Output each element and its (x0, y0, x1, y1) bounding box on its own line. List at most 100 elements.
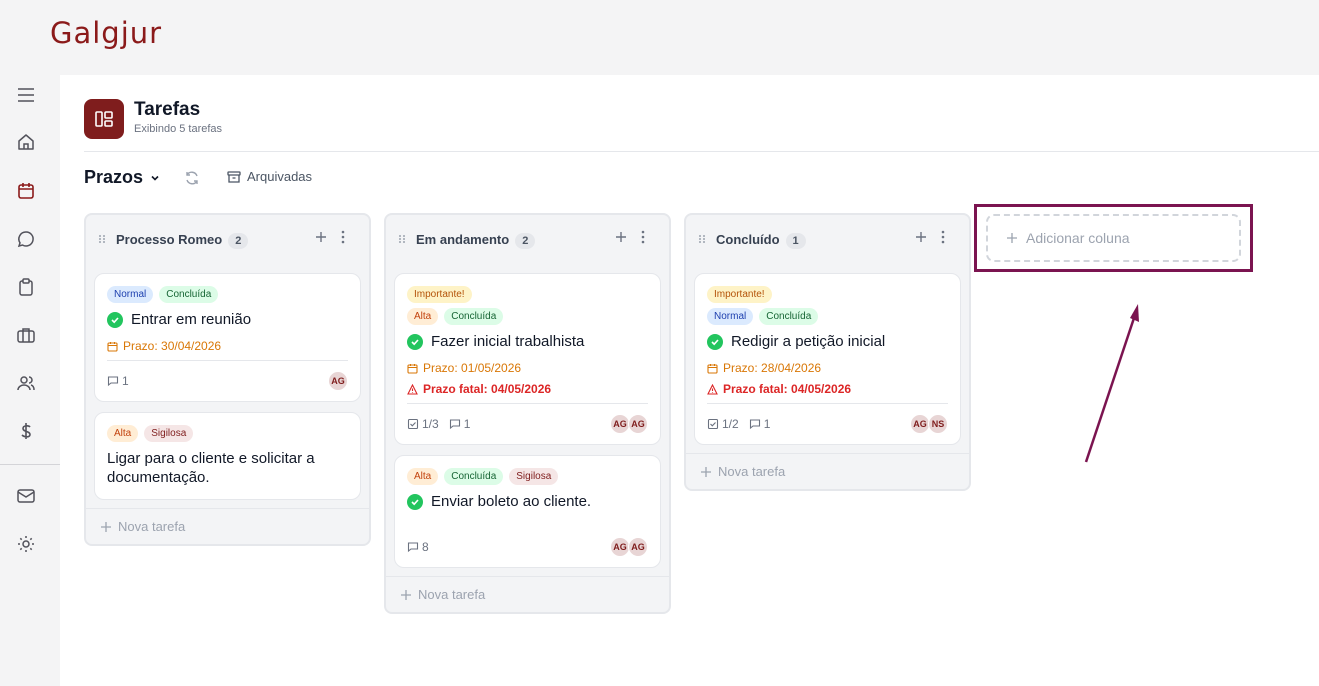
header-divider (84, 151, 1319, 152)
avatar[interactable]: NS (928, 414, 948, 434)
add-task-icon[interactable] (913, 229, 929, 245)
plus-icon (101, 521, 111, 532)
drag-handle-icon[interactable] (398, 234, 406, 244)
column-title: Processo Romeo 2 (116, 232, 249, 249)
priority-tag: Alta (107, 425, 139, 442)
home-icon[interactable] (14, 130, 38, 154)
fatal-deadline: Prazo fatal: 04/05/2026 (707, 382, 948, 396)
new-task-label: Nova tarefa (718, 464, 786, 479)
column-header: Em andamento 2 (386, 215, 669, 263)
comments-count: 1 (749, 417, 771, 431)
priority-tag: Normal (707, 308, 754, 325)
comment-icon (407, 542, 419, 553)
new-task-label: Nova tarefa (418, 587, 486, 602)
deadline-text: Prazo: 01/05/2026 (423, 361, 522, 375)
page-subtitle: Exibindo 5 tarefas (134, 123, 223, 135)
chat-icon[interactable] (14, 227, 38, 251)
checklist-count: 1/2 (707, 417, 739, 431)
comments-count: 8 (407, 540, 429, 554)
briefcase-icon[interactable] (14, 323, 38, 347)
deadline-text: Prazo: 30/04/2026 (123, 339, 222, 353)
add-column-label: Adicionar coluna (1026, 230, 1130, 246)
new-task-button[interactable]: Nova tarefa (386, 576, 669, 612)
avatar[interactable]: AG (610, 537, 630, 557)
task-title: Enviar boleto ao cliente. (431, 493, 592, 510)
calendar-small-icon (107, 341, 118, 352)
column-header: Concluído 1 (686, 215, 969, 263)
more-options-icon[interactable] (935, 229, 951, 245)
avatar[interactable]: AG (610, 414, 630, 434)
check-icon (107, 312, 123, 328)
new-task-button[interactable]: Nova tarefa (86, 508, 369, 544)
fatal-deadline: Prazo fatal: 04/05/2026 (407, 382, 648, 396)
archived-button[interactable]: Arquivadas (227, 169, 312, 184)
tasks-board-icon (84, 99, 124, 139)
plus-icon (701, 466, 711, 477)
calendar-icon[interactable] (14, 179, 38, 203)
comments-count: 1 (449, 417, 470, 431)
dollar-icon[interactable] (14, 419, 38, 443)
warning-icon (707, 383, 718, 395)
important-tag: Importante! (407, 286, 472, 303)
more-options-icon[interactable] (335, 229, 351, 245)
calendar-small-icon (407, 363, 418, 374)
comments-text: 1 (763, 417, 771, 431)
deadline: Prazo: 30/04/2026 (107, 339, 348, 353)
status-tag: Concluída (444, 308, 504, 325)
chevron-down-icon (151, 175, 159, 181)
add-task-icon[interactable] (313, 229, 329, 245)
comments-count: 1 (107, 374, 129, 388)
avatar[interactable]: AG (910, 414, 930, 434)
column-processo-romeo: Processo Romeo 2 Normal Concluída Entrar … (84, 213, 371, 546)
more-options-icon[interactable] (635, 229, 651, 245)
comments-text: 8 (422, 540, 429, 554)
new-task-label: Nova tarefa (118, 519, 186, 534)
drag-handle-icon[interactable] (698, 234, 706, 244)
add-task-icon[interactable] (613, 229, 629, 245)
column-title-text: Processo Romeo (116, 232, 223, 247)
column-count: 1 (785, 233, 806, 249)
sidebar-divider (0, 464, 60, 465)
logo[interactable]: Galgjur (50, 16, 162, 50)
column-concluido: Concluído 1 Importante! Normal Concluída … (684, 213, 971, 491)
board-selector[interactable]: Prazos (84, 167, 161, 188)
task-card[interactable]: Importante! Normal Concluída Redigir a p… (694, 273, 961, 445)
task-card[interactable]: Alta Concluída Sigilosa Enviar boleto ao… (394, 455, 661, 568)
archived-label: Arquivadas (247, 169, 313, 184)
comments-text: 1 (122, 374, 129, 388)
settings-icon[interactable] (14, 532, 38, 556)
mail-icon[interactable] (14, 484, 38, 508)
archive-icon (227, 170, 241, 183)
avatar[interactable]: AG (628, 414, 648, 434)
task-card[interactable]: Alta Sigilosa Ligar para o cliente e sol… (94, 412, 361, 500)
new-task-button[interactable]: Nova tarefa (686, 453, 969, 489)
avatar[interactable]: AG (628, 537, 648, 557)
users-icon[interactable] (14, 371, 38, 395)
warning-icon (407, 383, 418, 395)
column-title-text: Concluído (716, 232, 780, 247)
menu-icon[interactable] (14, 83, 38, 107)
status-tag: Concluída (159, 286, 219, 303)
plus-icon (401, 589, 411, 600)
column-em-andamento: Em andamento 2 Importante! Alta Concluída… (384, 213, 671, 614)
clipboard-icon[interactable] (14, 275, 38, 299)
fatal-deadline-text: Prazo fatal: 04/05/2026 (423, 382, 552, 396)
add-column-button[interactable]: Adicionar coluna (986, 214, 1241, 262)
drag-handle-icon[interactable] (98, 234, 106, 244)
priority-tag: Normal (107, 286, 154, 303)
task-card[interactable]: Importante! Alta Concluída Fazer inicial… (394, 273, 661, 445)
avatar[interactable]: AG (328, 371, 348, 391)
checklist-text: 1/2 (722, 417, 739, 431)
task-title: Redigir a petição inicial (731, 333, 886, 350)
checklist-icon (407, 418, 419, 430)
calendar-small-icon (707, 363, 718, 374)
annotation-arrow (1084, 304, 1139, 463)
board-name: Prazos (84, 167, 144, 187)
important-tag: Importante! (707, 286, 772, 303)
task-card[interactable]: Normal Concluída Entrar em reunião Prazo… (94, 273, 361, 402)
highlight-box: Adicionar coluna (974, 204, 1253, 272)
deadline: Prazo: 01/05/2026 (407, 361, 648, 375)
sidebar (0, 75, 60, 686)
check-icon (407, 334, 423, 350)
refresh-icon[interactable] (183, 169, 201, 187)
